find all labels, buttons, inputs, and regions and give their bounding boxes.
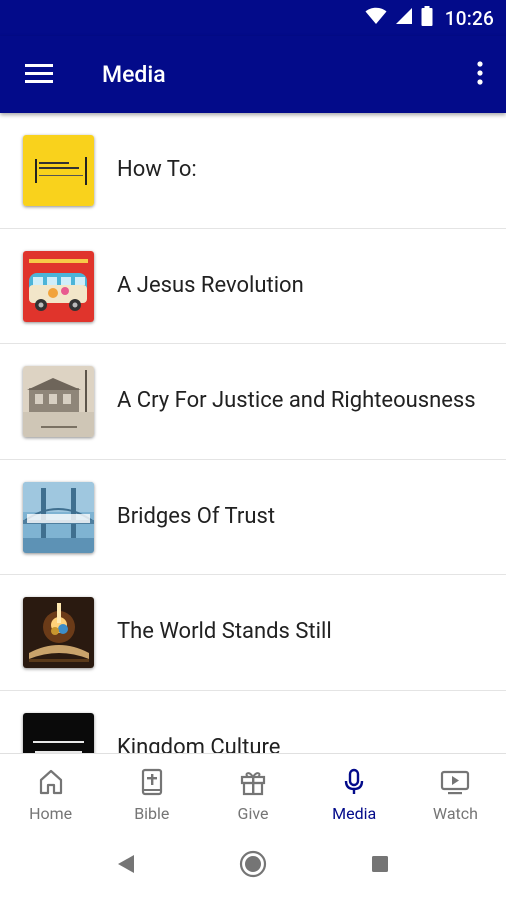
list-item[interactable]: A Jesus Revolution [0, 229, 506, 344]
status-bar: 10:26 [0, 0, 506, 36]
media-title: Bridges Of Trust [117, 503, 276, 529]
status-time: 10:26 [444, 6, 494, 30]
media-thumbnail [23, 481, 94, 553]
recents-button[interactable] [366, 852, 394, 880]
app-bar: Media [0, 36, 506, 113]
media-title: A Cry For Justice and Righteousness [117, 388, 476, 413]
media-thumbnail [23, 712, 94, 753]
media-thumbnail [23, 366, 94, 437]
nav-bible-label: Bible [134, 804, 170, 823]
hamburger-menu-icon [25, 62, 53, 88]
nav-watch[interactable]: Watch [405, 754, 506, 830]
bible-icon [136, 766, 168, 798]
microphone-icon [338, 766, 370, 798]
home-icon [35, 766, 67, 798]
more-vertical-icon [477, 61, 483, 89]
nav-give-label: Give [237, 804, 269, 823]
nav-bible[interactable]: Bible [101, 754, 202, 830]
wifi-icon [365, 7, 387, 29]
nav-watch-label: Watch [432, 804, 478, 823]
nav-media[interactable]: Media [304, 754, 405, 830]
home-system-button[interactable] [239, 850, 267, 882]
cell-signal-icon [395, 7, 413, 29]
media-list: How To: A Jesus Revolution A Cry For Jus… [0, 113, 506, 753]
media-thumbnail [23, 597, 94, 668]
list-item[interactable]: A Cry For Justice and Righteousness [0, 344, 506, 460]
bottom-navigation: Home Bible Give Media Watch [0, 753, 506, 830]
recents-square-icon [370, 854, 390, 878]
media-thumbnail [23, 250, 94, 322]
list-item[interactable]: How To: [0, 113, 506, 229]
nav-home[interactable]: Home [0, 754, 101, 830]
status-icons: 10:26 [365, 6, 494, 30]
back-button[interactable] [112, 852, 140, 880]
page-title: Media [102, 61, 166, 88]
menu-button[interactable] [22, 58, 56, 92]
battery-icon [421, 6, 433, 30]
media-title: Kingdom Culture [117, 734, 281, 754]
home-circle-icon [239, 850, 267, 882]
tv-play-icon [439, 766, 471, 798]
overflow-menu-button[interactable] [470, 58, 490, 92]
media-title: A Jesus Revolution [117, 272, 304, 298]
list-item[interactable]: Bridges Of Trust [0, 460, 506, 575]
list-item[interactable]: The World Stands Still [0, 575, 506, 691]
list-item[interactable]: Kingdom Culture [0, 691, 506, 754]
back-triangle-icon [116, 853, 136, 879]
nav-home-label: Home [29, 804, 73, 823]
nav-media-label: Media [332, 804, 377, 823]
gift-icon [237, 766, 269, 798]
system-navigation-bar [0, 830, 506, 900]
media-title: How To: [117, 157, 197, 182]
nav-give[interactable]: Give [202, 754, 303, 830]
media-title: The World Stands Still [117, 619, 332, 644]
media-thumbnail [23, 135, 94, 206]
